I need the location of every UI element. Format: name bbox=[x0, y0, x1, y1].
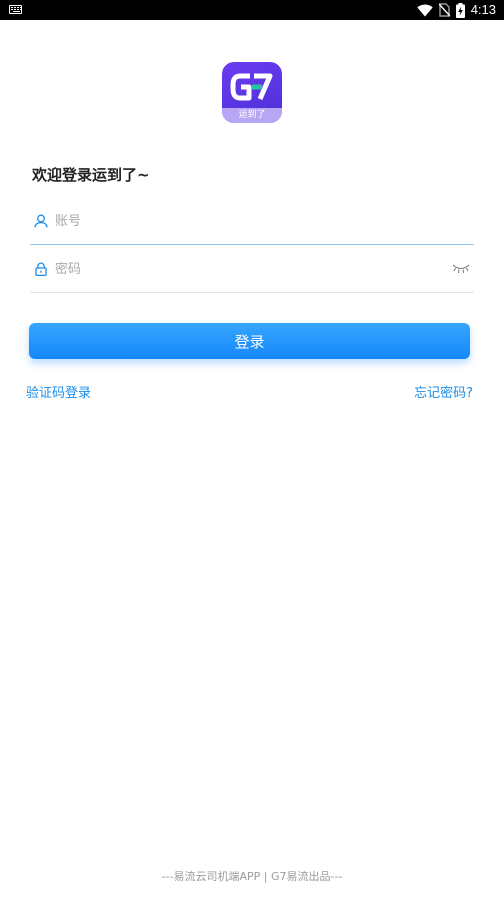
password-input[interactable] bbox=[55, 257, 435, 281]
login-button[interactable]: 登录 bbox=[29, 323, 470, 359]
forgot-password-link[interactable]: 忘记密码? bbox=[414, 386, 473, 402]
status-bar: 4:13 bbox=[0, 0, 504, 20]
logo-tagline: 运到了 bbox=[238, 110, 266, 120]
lock-icon bbox=[35, 262, 47, 276]
welcome-heading: 欢迎登录运到了~ bbox=[32, 166, 150, 184]
wifi-icon bbox=[416, 4, 433, 16]
user-icon bbox=[34, 214, 48, 228]
logo-tagline-band: 运到了 bbox=[222, 108, 282, 123]
account-field[interactable] bbox=[30, 197, 474, 245]
battery-charging-icon bbox=[455, 2, 465, 18]
account-input[interactable] bbox=[55, 209, 435, 233]
password-field[interactable] bbox=[30, 245, 474, 293]
app-logo: 运到了 bbox=[222, 62, 282, 123]
keyboard-icon bbox=[9, 5, 22, 14]
eye-closed-icon[interactable] bbox=[452, 263, 470, 275]
clock: 4:13 bbox=[470, 2, 496, 17]
footer-credit: ---易流云司机端APP | G7易流出品--- bbox=[161, 870, 343, 883]
no-sim-icon bbox=[438, 3, 450, 17]
sms-login-link[interactable]: 验证码登录 bbox=[26, 386, 91, 402]
g7-logo-mark-icon bbox=[230, 73, 273, 101]
